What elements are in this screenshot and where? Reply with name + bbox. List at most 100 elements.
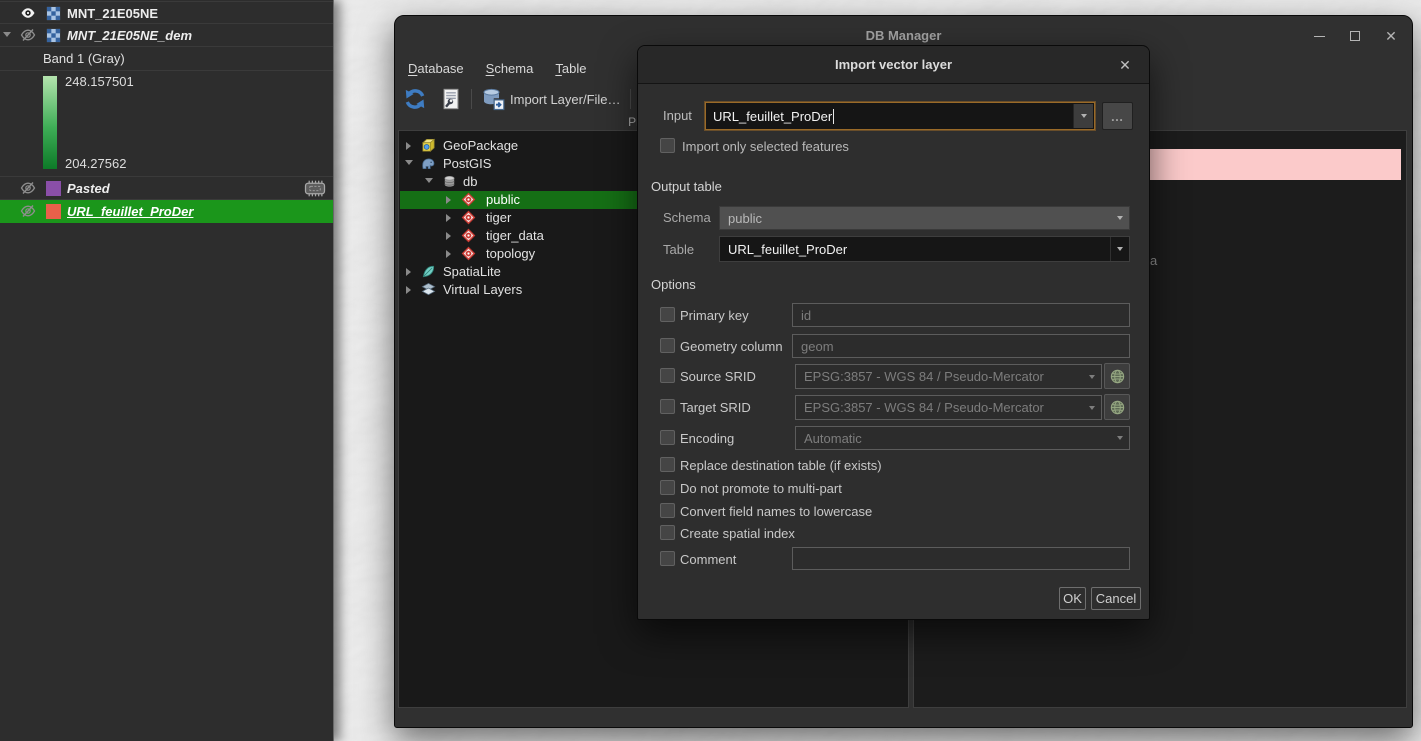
layer-name: Pasted: [67, 177, 110, 200]
schema-label: Schema: [663, 210, 711, 226]
geometry-column-checkbox[interactable]: [660, 338, 675, 353]
ramp-max-value: 248.157501: [65, 74, 134, 89]
import-only-checkbox[interactable]: [660, 138, 675, 153]
chevron-down-icon: [1117, 216, 1123, 220]
layer-row-pasted[interactable]: Pasted: [0, 177, 333, 200]
cancel-button[interactable]: Cancel: [1091, 587, 1141, 610]
multipart-label: Do not promote to multi-part: [680, 481, 842, 497]
layer-row-mnt-dem[interactable]: MNT_21E05NE_dem: [0, 24, 333, 47]
band-label: Band 1 (Gray): [43, 47, 125, 71]
schema-icon: [461, 228, 476, 243]
chevron-right-icon[interactable]: [406, 142, 411, 150]
close-icon: ✕: [1385, 29, 1397, 43]
minimize-button[interactable]: [1308, 25, 1330, 47]
import-only-label: Import only selected features: [682, 139, 849, 155]
source-srid-checkbox[interactable]: [660, 368, 675, 383]
chevron-down-icon[interactable]: [3, 32, 11, 37]
primary-key-field: id: [792, 303, 1130, 327]
menu-table[interactable]: Table: [544, 56, 597, 82]
chevron-right-icon[interactable]: [446, 214, 451, 222]
info-text-fragment: a: [1150, 253, 1157, 268]
ok-button[interactable]: OK: [1059, 587, 1086, 610]
memory-layer-icon: [302, 179, 328, 198]
lowercase-checkbox[interactable]: [660, 503, 675, 518]
comment-label: Comment: [680, 552, 736, 568]
screenshot-stage: MNT_21E05NE MNT_21E05NE_dem Band 1 (Gray…: [0, 0, 1421, 741]
input-dropdown-button[interactable]: [1073, 104, 1093, 128]
browse-button[interactable]: …: [1102, 102, 1133, 130]
dialog-titlebar[interactable]: Import vector layer ✕: [638, 46, 1149, 84]
layer-color-swatch: [46, 181, 61, 196]
eye-icon[interactable]: [20, 5, 36, 21]
maximize-button[interactable]: [1344, 25, 1366, 47]
chevron-right-icon[interactable]: [446, 232, 451, 240]
replace-table-checkbox[interactable]: [660, 457, 675, 472]
comment-field[interactable]: [792, 547, 1130, 570]
layer-row-mnt[interactable]: MNT_21E05NE: [0, 1, 333, 24]
chevron-down-icon: [1082, 365, 1101, 388]
table-combobox[interactable]: URL_feuillet_ProDer: [719, 236, 1130, 262]
import-layer-button[interactable]: Import Layer/File…: [478, 85, 624, 113]
layers-panel: MNT_21E05NE MNT_21E05NE_dem Band 1 (Gray…: [0, 0, 334, 741]
chevron-right-icon[interactable]: [446, 196, 451, 204]
primary-key-label: Primary key: [680, 308, 749, 324]
target-srid-checkbox[interactable]: [660, 399, 675, 414]
schema-dropdown-arrow[interactable]: [1110, 207, 1129, 229]
toolbar-separator: [471, 89, 472, 109]
chevron-down-icon[interactable]: [425, 178, 433, 183]
output-table-section-label: Output table: [651, 179, 722, 194]
source-srid-combobox: EPSG:3857 - WGS 84 / Pseudo-Mercator: [795, 364, 1102, 389]
text-caret: [833, 109, 834, 124]
close-button[interactable]: ✕: [1380, 25, 1402, 47]
sql-window-button[interactable]: [437, 85, 465, 113]
window-controls: ✕: [1308, 16, 1402, 56]
eye-off-icon[interactable]: [20, 27, 36, 43]
lowercase-label: Convert field names to lowercase: [680, 504, 872, 520]
chevron-right-icon[interactable]: [446, 250, 451, 258]
multipart-checkbox[interactable]: [660, 480, 675, 495]
gradient-legend-block: 248.157501 204.27562: [0, 71, 333, 177]
comment-checkbox[interactable]: [660, 551, 675, 566]
chevron-right-icon[interactable]: [406, 286, 411, 294]
layer-color-swatch: [46, 204, 61, 219]
chevron-down-icon: [1110, 427, 1129, 449]
band-legend-row[interactable]: Band 1 (Gray): [0, 47, 333, 71]
minimize-icon: [1314, 36, 1325, 37]
input-value: URL_feuillet_ProDer: [713, 103, 834, 129]
virtual-layers-icon: [421, 282, 436, 297]
chevron-down-icon[interactable]: [405, 160, 413, 165]
schema-icon: [461, 246, 476, 261]
input-combobox[interactable]: URL_feuillet_ProDer: [705, 102, 1095, 130]
eye-off-icon[interactable]: [20, 180, 36, 196]
layer-row-url-feuillet[interactable]: URL_feuillet_ProDer: [0, 200, 333, 223]
crs-globe-icon: [1109, 399, 1126, 416]
maximize-icon: [1350, 31, 1360, 41]
eye-off-icon[interactable]: [20, 203, 36, 219]
menu-database[interactable]: Database: [397, 56, 475, 82]
encoding-checkbox[interactable]: [660, 430, 675, 445]
refresh-button[interactable]: [401, 85, 429, 113]
spatial-index-checkbox[interactable]: [660, 525, 675, 540]
raster-layer-icon: [46, 6, 61, 21]
encoding-label: Encoding: [680, 431, 734, 447]
schema-combobox[interactable]: public: [719, 206, 1130, 230]
table-dropdown-arrow[interactable]: [1110, 237, 1129, 261]
source-srid-label: Source SRID: [680, 369, 756, 385]
menu-schema[interactable]: Schema: [475, 56, 545, 82]
dialog-close-button[interactable]: ✕: [1113, 46, 1137, 84]
primary-key-checkbox[interactable]: [660, 307, 675, 322]
table-label: Table: [663, 242, 694, 258]
postgis-icon: [421, 156, 436, 171]
chevron-right-icon[interactable]: [406, 268, 411, 276]
target-srid-label: Target SRID: [680, 400, 751, 416]
schema-icon: [461, 192, 476, 207]
replace-table-label: Replace destination table (if exists): [680, 458, 882, 474]
geometry-column-field: geom: [792, 334, 1130, 358]
spatial-index-label: Create spatial index: [680, 526, 795, 542]
import-vector-layer-dialog: Import vector layer ✕ Input URL_feuillet…: [637, 45, 1150, 620]
spatialite-icon: [421, 264, 436, 279]
layer-name: MNT_21E05NE: [67, 2, 158, 25]
layer-name: MNT_21E05NE_dem: [67, 24, 192, 47]
layer-name: URL_feuillet_ProDer: [67, 200, 193, 223]
import-layer-icon: [481, 87, 505, 111]
